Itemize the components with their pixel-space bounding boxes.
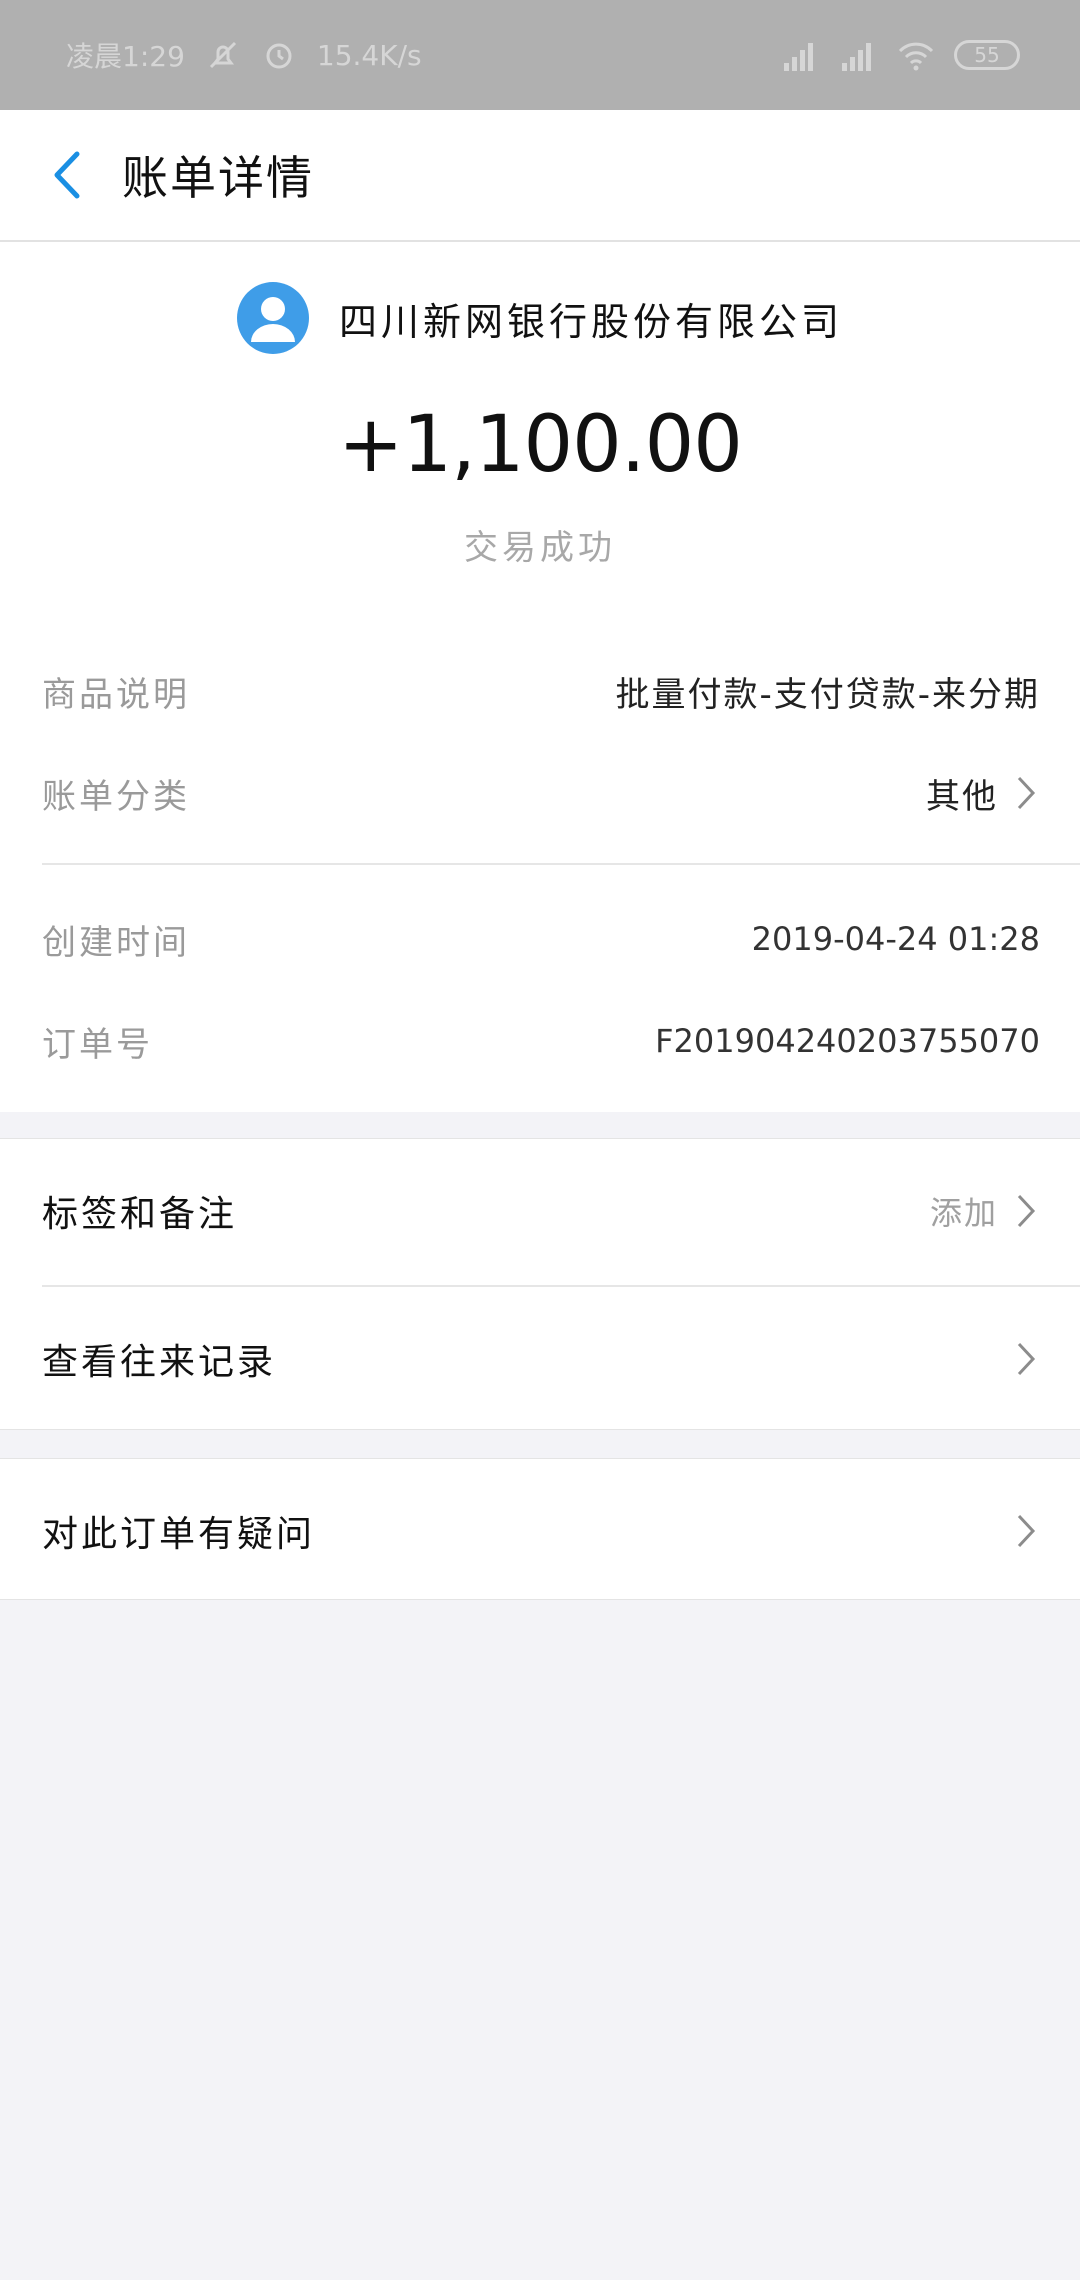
- status-bar: 凌晨1:29 15.4K/s 55: [0, 0, 1080, 110]
- detail-label: 账单分类: [42, 776, 190, 817]
- chevron-right-icon: [1012, 1339, 1040, 1379]
- detail-row-order-number: 订单号 F201904240203755070: [0, 1001, 1080, 1081]
- detail-label: 创建时间: [42, 922, 190, 963]
- detail-row-category[interactable]: 账单分类 其他: [0, 753, 1080, 833]
- detail-value: 批量付款-支付贷款-来分期: [615, 674, 1040, 715]
- status-time: 凌晨1:29: [66, 40, 185, 73]
- detail-label: 订单号: [42, 1024, 153, 1065]
- action-label: 查看往来记录: [42, 1342, 277, 1383]
- alarm-clock-icon: [261, 37, 297, 73]
- action-group-2: 对此订单有疑问: [0, 1458, 1080, 1600]
- avatar-icon: [236, 282, 309, 354]
- wifi-icon: [896, 37, 934, 73]
- add-hint: 添加: [929, 1194, 998, 1232]
- chevron-right-icon: [1012, 1191, 1040, 1231]
- action-label: 标签和备注: [42, 1194, 238, 1235]
- hd-signal-icon: [780, 37, 816, 73]
- back-chevron-icon[interactable]: [36, 145, 96, 205]
- page-title: 账单详情: [122, 151, 314, 205]
- detail-row-description: 商品说明 批量付款-支付贷款-来分期: [0, 651, 1080, 731]
- battery-level: 55: [974, 43, 1000, 67]
- status-text: 交易成功: [464, 528, 616, 568]
- detail-value: 2019-04-24 01:28: [751, 920, 1040, 958]
- payee-name: 四川新网银行股份有限公司: [338, 299, 843, 344]
- details-block-2: 创建时间 2019-04-24 01:28 订单号 F2019042402037…: [0, 865, 1080, 1112]
- payee: 四川新网银行股份有限公司: [0, 282, 1080, 354]
- amount: +1,100.00: [338, 400, 743, 490]
- detail-label: 商品说明: [42, 674, 190, 715]
- action-label: 对此订单有疑问: [42, 1514, 316, 1555]
- chevron-right-icon: [1012, 773, 1040, 813]
- network-speed: 15.4K/s: [316, 38, 422, 72]
- chevron-right-icon: [1012, 1511, 1040, 1551]
- dispute-order-item[interactable]: 对此订单有疑问: [0, 1459, 1080, 1603]
- view-history-item[interactable]: 查看往来记录: [0, 1287, 1080, 1431]
- details-block-1: 商品说明 批量付款-支付贷款-来分期 账单分类 其他: [0, 627, 1080, 865]
- action-group-1: 标签和备注 添加 查看往来记录: [0, 1138, 1080, 1430]
- mute-bell-icon: [205, 37, 241, 73]
- detail-value: 其他: [926, 776, 998, 817]
- signal-icon: [838, 37, 874, 73]
- battery-indicator: 55: [954, 40, 1020, 70]
- transaction-summary: 四川新网银行股份有限公司 +1,100.00 交易成功: [0, 242, 1080, 627]
- detail-value: F201904240203755070: [655, 1022, 1040, 1060]
- nav-bar: 账单详情: [0, 110, 1080, 242]
- detail-row-created-time: 创建时间 2019-04-24 01:28: [0, 899, 1080, 979]
- tags-notes-item[interactable]: 标签和备注 添加: [0, 1139, 1080, 1283]
